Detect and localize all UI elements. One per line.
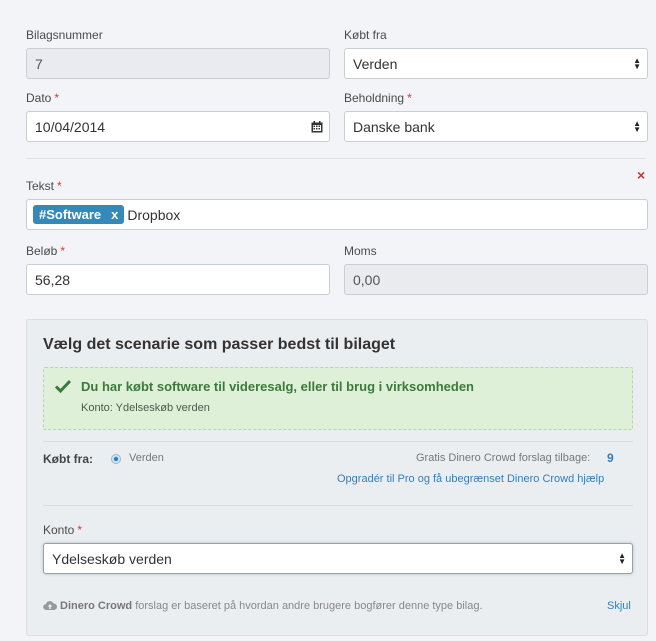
close-icon[interactable]: ×: [637, 167, 645, 183]
divider: [26, 158, 646, 159]
dato-label: Dato *: [26, 91, 60, 105]
checkmark-icon: [55, 379, 71, 393]
beholdning-select[interactable]: Danske bank ▲ ▼: [344, 111, 648, 142]
dato-input[interactable]: 10/04/2014: [26, 111, 330, 142]
calendar-icon[interactable]: [311, 120, 323, 133]
konto-select[interactable]: Ydelseskøb verden ▲ ▼: [43, 543, 633, 574]
scenario-heading: Vælg det scenarie som passer bedst til b…: [43, 336, 396, 353]
cloud-upload-icon: [43, 601, 57, 611]
scenario-panel: Vælg det scenarie som passer bedst til b…: [26, 319, 648, 636]
bilagsnummer-field: 7: [26, 48, 330, 79]
tag-remove-button[interactable]: x: [111, 207, 118, 222]
bilagsnummer-label: Bilagsnummer: [26, 28, 103, 42]
moms-label: Moms: [344, 244, 377, 258]
belob-input[interactable]: 56,28: [26, 264, 330, 295]
kobt-fra-label: Købt fra: [344, 28, 387, 42]
bilagsnummer-value: 7: [35, 55, 43, 72]
konto-value: Ydelseskøb verden: [52, 550, 172, 567]
crowd-remaining-count: 9: [607, 451, 614, 465]
kobt-fra-summary-label: Købt fra:: [43, 452, 93, 466]
crowd-brand: Dinero Crowd: [60, 600, 133, 612]
tekst-input[interactable]: #Software x Dropbox: [26, 199, 648, 230]
moms-field: 0,00: [344, 264, 648, 295]
select-arrows-icon: ▲ ▼: [633, 55, 641, 71]
selected-scenario-account: Konto: Ydelseskøb verden: [81, 402, 210, 414]
crowd-footer: Dinero Crowd forslag er baseret på hvord…: [60, 600, 483, 612]
hide-link[interactable]: Skjul: [607, 600, 631, 612]
kobt-fra-value: Verden: [353, 55, 398, 72]
divider: [43, 441, 633, 442]
selected-scenario-title: Du har købt software til videresalg, ell…: [81, 379, 474, 394]
belob-value: 56,28: [35, 271, 71, 288]
tag-software: #Software x: [33, 205, 125, 224]
crowd-remaining-text: Gratis Dinero Crowd forslag tilbage:: [416, 452, 591, 464]
belob-label: Beløb *: [26, 244, 66, 258]
beholdning-label: Beholdning *: [344, 91, 412, 105]
selected-scenario[interactable]: Du har købt software til videresalg, ell…: [43, 367, 633, 430]
moms-value: 0,00: [353, 271, 381, 288]
konto-label: Konto *: [43, 523, 83, 537]
tekst-value: Dropbox: [127, 206, 181, 223]
kobt-fra-summary-value: Verden: [129, 452, 164, 464]
kobt-fra-select[interactable]: Verden ▲ ▼: [344, 48, 648, 79]
select-arrows-icon: ▲ ▼: [633, 118, 641, 134]
tekst-label: Tekst *: [26, 179, 62, 193]
crowd-footer-text: forslag er baseret på hvordan andre brug…: [135, 600, 483, 612]
globe-icon: [111, 454, 121, 464]
upgrade-link[interactable]: Opgradér til Pro og få ubegrænset Dinero…: [337, 473, 604, 485]
beholdning-value: Danske bank: [353, 118, 435, 135]
select-arrows-icon: ▲ ▼: [618, 550, 626, 566]
dato-value: 10/04/2014: [35, 118, 106, 135]
divider: [43, 505, 633, 506]
